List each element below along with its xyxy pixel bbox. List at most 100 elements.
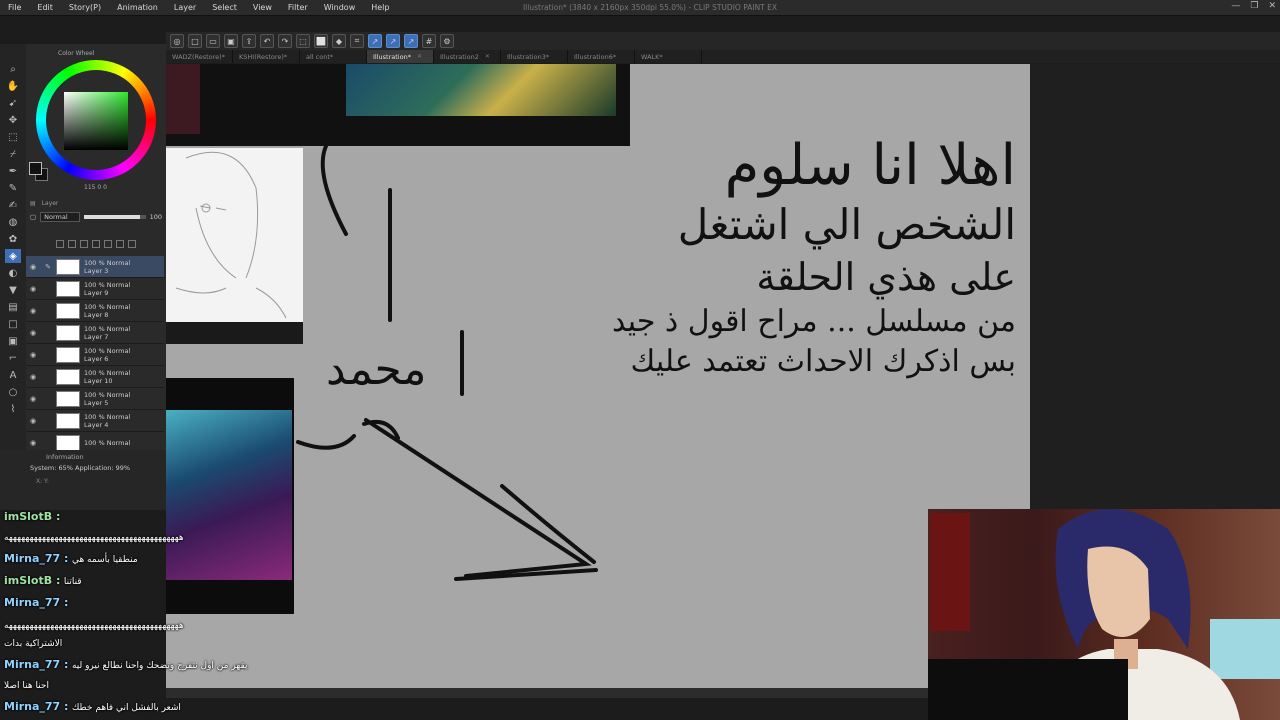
- menu-filter[interactable]: Filter: [280, 3, 316, 12]
- close-tab-icon[interactable]: ✕: [417, 53, 422, 60]
- gradient-icon[interactable]: ▤: [5, 300, 21, 314]
- menu-file[interactable]: File: [0, 3, 29, 12]
- layer-row[interactable]: ◉ ✎ 100 % Normal Layer 3: [26, 256, 164, 278]
- tab-document[interactable]: WALK*: [635, 50, 702, 63]
- new-raster-layer-icon[interactable]: [56, 240, 64, 248]
- decoration-icon[interactable]: ✿: [5, 232, 21, 246]
- layer-meta: 100 % Normal: [84, 280, 131, 289]
- eraser-icon[interactable]: ◈: [5, 249, 21, 263]
- color-wheel[interactable]: [36, 60, 156, 180]
- new-file-icon[interactable]: □: [188, 34, 202, 48]
- eye-icon[interactable]: ◉: [26, 417, 40, 425]
- redo-icon[interactable]: ↷: [278, 34, 292, 48]
- menu-view[interactable]: View: [245, 3, 280, 12]
- grid-icon[interactable]: #: [422, 34, 436, 48]
- layer-name: Layer 9: [84, 288, 109, 297]
- pencil-icon[interactable]: ✎: [5, 181, 21, 195]
- maximize-button[interactable]: ❐: [1250, 1, 1258, 11]
- eye-icon[interactable]: ◉: [26, 285, 40, 293]
- menu-story[interactable]: Story(P): [61, 3, 109, 12]
- layer-row[interactable]: ◉ 100 % Normal Layer 7: [26, 322, 164, 344]
- webcam-overlay: [928, 509, 1280, 720]
- close-tab-icon[interactable]: ✕: [485, 53, 490, 60]
- hand-icon[interactable]: ✋: [5, 79, 21, 93]
- deselect-icon[interactable]: ⬜: [314, 34, 328, 48]
- menu-window[interactable]: Window: [316, 3, 364, 12]
- airbrush-icon[interactable]: ◍: [5, 215, 21, 229]
- layer-row[interactable]: ◉ 100 % Normal Layer 4: [26, 410, 164, 432]
- chat-username: imSlotB :: [4, 510, 61, 523]
- layer-tab-icon[interactable]: ▤: [30, 200, 36, 210]
- eye-icon[interactable]: ◉: [26, 307, 40, 315]
- crop-icon[interactable]: ⌗: [350, 34, 364, 48]
- snap-ruler-icon[interactable]: ↗: [386, 34, 400, 48]
- new-vector-layer-icon[interactable]: [68, 240, 76, 248]
- eye-icon[interactable]: ◉: [26, 439, 40, 447]
- move-icon[interactable]: ✥: [5, 113, 21, 127]
- save-icon[interactable]: ▣: [224, 34, 238, 48]
- tab-document[interactable]: Illustration3*: [501, 50, 568, 63]
- figure-icon[interactable]: □: [5, 317, 21, 331]
- zoom-icon[interactable]: ⌕: [5, 62, 21, 76]
- tab-document-active[interactable]: Illustration* ✕: [367, 50, 434, 63]
- foreground-color-swatch[interactable]: [29, 162, 42, 175]
- mask-icon[interactable]: [116, 240, 124, 248]
- operation-icon[interactable]: ➹: [5, 96, 21, 110]
- frame-icon[interactable]: ▣: [5, 334, 21, 348]
- brush-icon[interactable]: ✍: [5, 198, 21, 212]
- menu-animation[interactable]: Animation: [109, 3, 166, 12]
- tab-document[interactable]: KSHI(Restore)*: [233, 50, 300, 63]
- tab-document[interactable]: WADZ(Restore)*: [166, 50, 233, 63]
- layer-row[interactable]: ◉ 100 % Normal Layer 6: [26, 344, 164, 366]
- combine-down-icon[interactable]: [104, 240, 112, 248]
- eye-icon[interactable]: ◉: [26, 263, 40, 271]
- reference-art-left: [166, 64, 200, 134]
- tab-document[interactable]: all cont*: [300, 50, 367, 63]
- select-all-icon[interactable]: ⬚: [296, 34, 310, 48]
- layer-row[interactable]: ◉ 100 % Normal Layer 8: [26, 300, 164, 322]
- delete-layer-icon[interactable]: [128, 240, 136, 248]
- ruler-icon[interactable]: ⌐: [5, 351, 21, 365]
- layer-row[interactable]: ◉ 100 % Normal Layer 9: [26, 278, 164, 300]
- new-folder-icon[interactable]: [80, 240, 88, 248]
- eye-icon[interactable]: ◉: [26, 329, 40, 337]
- eyedropper-icon[interactable]: ⌿: [5, 147, 21, 161]
- snap-special-icon[interactable]: ↗: [404, 34, 418, 48]
- navigator-icon[interactable]: ◎: [170, 34, 184, 48]
- transfer-down-icon[interactable]: [92, 240, 100, 248]
- minimize-button[interactable]: —: [1231, 1, 1240, 11]
- tab-document[interactable]: Illustration6*: [568, 50, 635, 63]
- selection-icon[interactable]: ⬚: [5, 130, 21, 144]
- layer-row[interactable]: ◉ 100 % Normal Layer 5: [26, 388, 164, 410]
- export-icon[interactable]: ⇪: [242, 34, 256, 48]
- fill-icon[interactable]: ◆: [332, 34, 346, 48]
- eye-icon[interactable]: ◉: [26, 351, 40, 359]
- eye-icon[interactable]: ◉: [26, 373, 40, 381]
- color-picker-square[interactable]: [64, 92, 128, 150]
- layer-name: Layer 10: [84, 376, 113, 385]
- text-icon[interactable]: A: [5, 368, 21, 382]
- correct-line-icon[interactable]: ⌇: [5, 402, 21, 416]
- pen-icon[interactable]: ✒: [5, 164, 21, 178]
- balloon-icon[interactable]: ○: [5, 385, 21, 399]
- blend-icon[interactable]: ◐: [5, 266, 21, 280]
- blend-mode-select[interactable]: Normal: [40, 212, 81, 222]
- undo-icon[interactable]: ↶: [260, 34, 274, 48]
- fill-tool-icon[interactable]: ▼: [5, 283, 21, 297]
- menu-help[interactable]: Help: [363, 3, 397, 12]
- layer-row[interactable]: ◉ 100 % Normal Layer 10: [26, 366, 164, 388]
- layer-meta: 100 % Normal: [84, 302, 131, 311]
- menu-edit[interactable]: Edit: [29, 3, 61, 12]
- layer-lock-icon[interactable]: ▢: [30, 213, 36, 221]
- menu-layer[interactable]: Layer: [166, 3, 204, 12]
- menu-select[interactable]: Select: [204, 3, 245, 12]
- settings-icon[interactable]: ⚙: [440, 34, 454, 48]
- stabilizer-icon[interactable]: ↗: [368, 34, 382, 48]
- open-file-icon[interactable]: ▭: [206, 34, 220, 48]
- opacity-slider[interactable]: [84, 215, 146, 219]
- close-button[interactable]: ✕: [1268, 1, 1276, 11]
- eye-icon[interactable]: ◉: [26, 395, 40, 403]
- layer-tab[interactable]: Layer: [42, 200, 59, 210]
- tab-document[interactable]: Illustration2 ✕: [434, 50, 501, 63]
- window-controls: — ❐ ✕: [1231, 1, 1276, 11]
